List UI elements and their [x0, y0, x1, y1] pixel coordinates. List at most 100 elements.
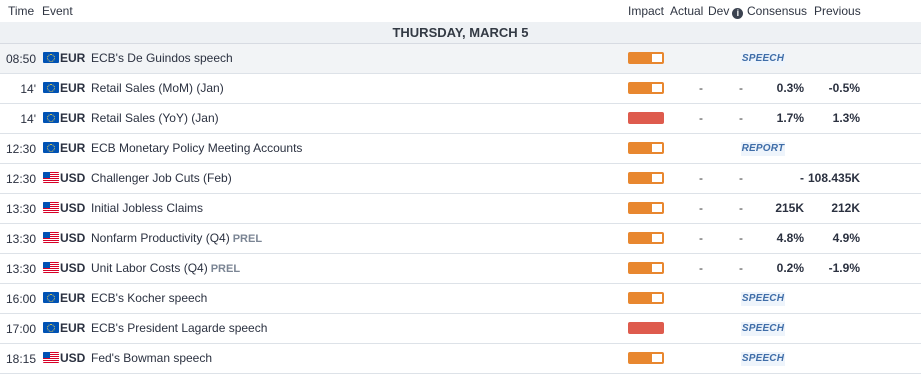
- event-time: 13:30: [5, 202, 36, 216]
- event-title[interactable]: ECB Monetary Policy Meeting Accounts: [91, 141, 302, 155]
- table-row[interactable]: 16:00 EUR ECB's Kocher speech SPEECH: [0, 284, 921, 314]
- event-time: 13:30: [5, 232, 36, 246]
- event-time: 08:50: [5, 52, 36, 66]
- event-title[interactable]: Fed's Bowman speech: [91, 351, 212, 365]
- us-flag-icon: [43, 352, 59, 363]
- table-row[interactable]: 13:30 USD Nonfarm Productivity (Q4) PREL - - 4…: [0, 224, 921, 254]
- table-row[interactable]: 14' EUR Retail Sales (YoY) (Jan) - - 1.7% 1.3%: [0, 104, 921, 134]
- dev-value: -: [739, 261, 743, 275]
- eu-flag-icon: [43, 82, 59, 93]
- consensus-value: 0.2%: [776, 261, 804, 275]
- actual-value: -: [699, 201, 703, 215]
- consensus-value: -: [800, 171, 804, 185]
- impact-indicator: [628, 172, 664, 184]
- event-title[interactable]: ECB's Kocher speech: [91, 291, 207, 305]
- eu-flag-icon: [43, 52, 59, 63]
- header-event[interactable]: Event: [42, 4, 73, 18]
- event-time: 18:15: [5, 352, 36, 366]
- actual-value: -: [699, 111, 703, 125]
- impact-indicator: [628, 322, 664, 334]
- event-name[interactable]: Retail Sales (YoY) (Jan): [91, 111, 219, 125]
- impact-indicator: [628, 352, 664, 364]
- previous-value: 212K: [831, 201, 860, 215]
- header-impact[interactable]: Impact: [628, 4, 664, 18]
- table-row[interactable]: 08:50 EUR ECB's De Guindos speech SPEECH: [0, 44, 921, 74]
- info-icon[interactable]: i: [732, 8, 744, 19]
- event-type-badge: REPORT: [741, 142, 785, 156]
- event-time: 16:00: [5, 292, 36, 306]
- table-row[interactable]: 13:30 USD Initial Jobless Claims - - 215K 212K: [0, 194, 921, 224]
- event-currency: USD: [60, 351, 86, 365]
- event-name[interactable]: ECB's President Lagarde speech: [91, 321, 267, 335]
- event-tag: PREL: [232, 233, 263, 245]
- us-flag-icon: [43, 232, 59, 243]
- impact-indicator: [628, 82, 664, 94]
- impact-indicator: [628, 112, 664, 124]
- impact-indicator: [628, 262, 664, 274]
- event-name[interactable]: Retail Sales (MoM) (Jan): [91, 81, 224, 95]
- impact-indicator: [628, 202, 664, 214]
- event-type-badge: SPEECH: [741, 322, 785, 336]
- table-header: Time Event Impact Actual Dev i Consensus …: [0, 0, 921, 23]
- consensus-value: 215K: [775, 201, 804, 215]
- consensus-value: 4.8%: [776, 231, 804, 245]
- day-separator: THURSDAY, MARCH 5: [0, 22, 921, 44]
- event-title[interactable]: Retail Sales (MoM) (Jan): [91, 81, 224, 95]
- event-currency: EUR: [60, 291, 86, 305]
- event-currency: EUR: [60, 141, 86, 155]
- header-dev: Dev i: [708, 4, 744, 19]
- event-tag: PREL: [210, 263, 241, 275]
- dev-value: -: [739, 81, 743, 95]
- table-row[interactable]: 12:30 USD Challenger Job Cuts (Feb) - - -108.…: [0, 164, 921, 194]
- event-title[interactable]: Unit Labor Costs (Q4): [91, 261, 208, 275]
- event-time: 14': [20, 82, 36, 96]
- consensus-value: 1.7%: [776, 111, 804, 125]
- event-type-badge: SPEECH: [741, 352, 785, 366]
- dev-value: -: [739, 171, 743, 185]
- event-currency: USD: [60, 201, 86, 215]
- event-name[interactable]: ECB's Kocher speech: [91, 291, 207, 305]
- event-currency: USD: [60, 261, 86, 275]
- event-time: 17:00: [5, 322, 36, 336]
- impact-indicator: [628, 232, 664, 244]
- day-label: THURSDAY, MARCH 5: [392, 25, 529, 40]
- event-title[interactable]: Retail Sales (YoY) (Jan): [91, 111, 219, 125]
- event-name[interactable]: ECB Monetary Policy Meeting Accounts: [91, 141, 302, 155]
- header-time[interactable]: Time: [8, 4, 34, 18]
- impact-indicator: [628, 52, 664, 64]
- event-currency: EUR: [60, 111, 86, 125]
- header-consensus[interactable]: Consensus: [747, 4, 807, 18]
- event-name[interactable]: Initial Jobless Claims: [91, 201, 203, 215]
- event-currency: EUR: [60, 51, 86, 65]
- event-name[interactable]: Challenger Job Cuts (Feb): [91, 171, 232, 185]
- previous-value: -1.9%: [828, 261, 860, 275]
- eu-flag-icon: [43, 322, 59, 333]
- event-currency: EUR: [60, 321, 86, 335]
- event-title[interactable]: ECB's De Guindos speech: [91, 51, 233, 65]
- header-actual[interactable]: Actual: [670, 4, 703, 18]
- event-currency: USD: [60, 231, 86, 245]
- event-title[interactable]: Nonfarm Productivity (Q4): [91, 231, 230, 245]
- table-row[interactable]: 13:30 USD Unit Labor Costs (Q4) PREL - - 0.2% -…: [0, 254, 921, 284]
- eu-flag-icon: [43, 142, 59, 153]
- eu-flag-icon: [43, 292, 59, 303]
- event-title[interactable]: Challenger Job Cuts (Feb): [91, 171, 232, 185]
- header-previous[interactable]: Previous: [814, 4, 861, 18]
- table-row[interactable]: 17:00 EUR ECB's President Lagarde speech SP…: [0, 314, 921, 344]
- event-time: 14': [20, 112, 36, 126]
- event-title[interactable]: ECB's President Lagarde speech: [91, 321, 267, 335]
- event-name[interactable]: ECB's De Guindos speech: [91, 51, 233, 65]
- table-row[interactable]: 18:15 USD Fed's Bowman speech SPEECH: [0, 344, 921, 374]
- dev-value: -: [739, 111, 743, 125]
- header-dev-label[interactable]: Dev: [708, 4, 729, 18]
- actual-value: -: [699, 171, 703, 185]
- event-name[interactable]: Nonfarm Productivity (Q4) PREL: [91, 231, 262, 245]
- consensus-value: 0.3%: [776, 81, 804, 95]
- table-row[interactable]: 14' EUR Retail Sales (MoM) (Jan) - - 0.3% -0.5…: [0, 74, 921, 104]
- event-title[interactable]: Initial Jobless Claims: [91, 201, 203, 215]
- us-flag-icon: [43, 262, 59, 273]
- event-name[interactable]: Fed's Bowman speech: [91, 351, 212, 365]
- table-row[interactable]: 12:30 EUR ECB Monetary Policy Meeting Acco…: [0, 134, 921, 164]
- actual-value: -: [699, 231, 703, 245]
- event-name[interactable]: Unit Labor Costs (Q4) PREL: [91, 261, 240, 275]
